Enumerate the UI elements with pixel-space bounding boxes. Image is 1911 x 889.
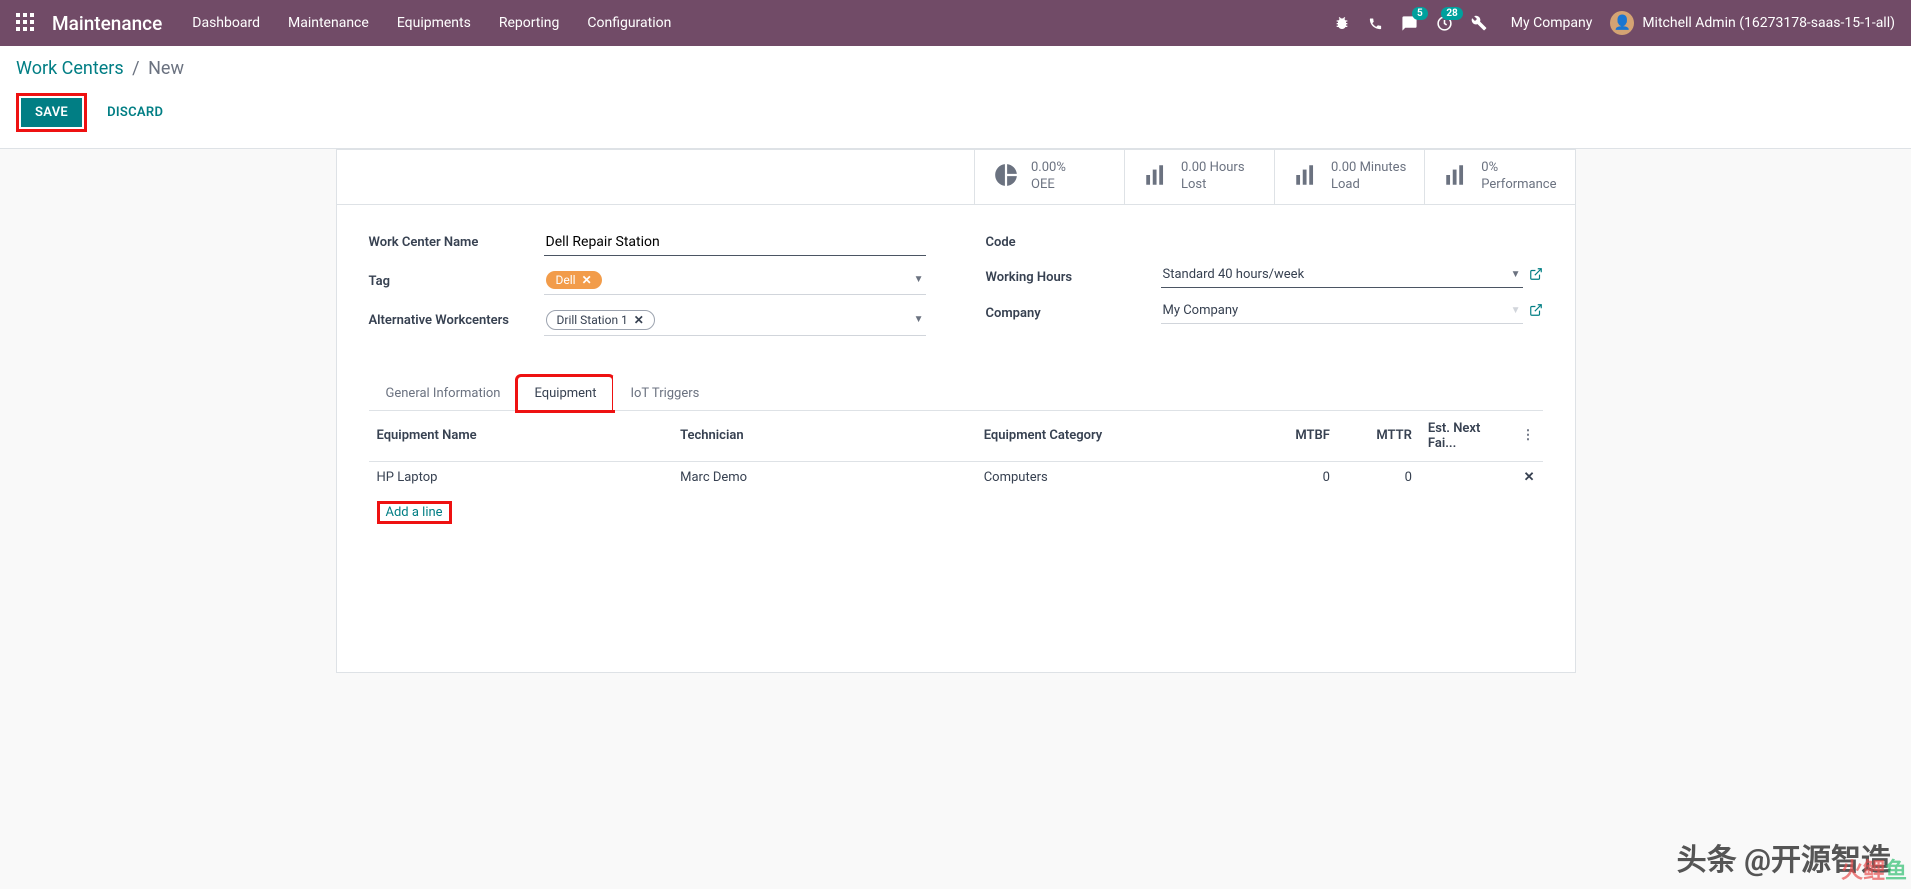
- cell-mttr: 0: [1338, 461, 1420, 493]
- stat-value: 0.00 Minutes: [1331, 160, 1406, 177]
- tag-chip-dell[interactable]: Dell✕: [546, 271, 602, 289]
- col-equipment-category: Equipment Category: [976, 411, 1256, 462]
- avatar-icon: 👤: [1610, 11, 1634, 35]
- chevron-down-icon[interactable]: ▼: [914, 314, 924, 325]
- tools-icon[interactable]: [1471, 15, 1487, 31]
- save-button[interactable]: SAVE: [21, 98, 82, 127]
- equipment-table: Equipment Name Technician Equipment Cate…: [369, 411, 1543, 652]
- app-brand: Maintenance: [52, 12, 162, 35]
- input-alt-workcenters[interactable]: Drill Station 1✕ ▼: [544, 307, 926, 336]
- row-delete-icon[interactable]: ✕: [1513, 461, 1542, 493]
- input-tag[interactable]: Dell✕ ▼: [544, 268, 926, 295]
- label-alt-workcenters: Alternative Workcenters: [369, 307, 544, 330]
- activities-icon[interactable]: 28: [1436, 15, 1453, 32]
- stat-load[interactable]: 0.00 MinutesLoad: [1274, 150, 1424, 204]
- tab-equipment[interactable]: Equipment: [517, 376, 613, 411]
- form-col-right: Code Working Hours Standard 40 hours/wee…: [986, 229, 1543, 348]
- cell-est-next-failure: [1420, 461, 1514, 493]
- stat-label: Performance: [1481, 177, 1556, 194]
- watermark-fish: 火鲤鱼: [1841, 853, 1907, 885]
- top-navbar: Maintenance Dashboard Maintenance Equipm…: [0, 0, 1911, 46]
- chevron-down-icon[interactable]: ▼: [1511, 269, 1521, 280]
- external-link-icon[interactable]: [1529, 267, 1543, 285]
- menu-maintenance[interactable]: Maintenance: [288, 15, 369, 31]
- col-options-icon[interactable]: ⋮: [1513, 411, 1542, 462]
- col-mttr: MTTR: [1338, 411, 1420, 462]
- select-working-hours[interactable]: Standard 40 hours/week ▼: [1161, 264, 1523, 288]
- apps-icon[interactable]: [16, 13, 36, 33]
- label-working-hours: Working Hours: [986, 264, 1161, 287]
- stat-value: 0.00 Hours: [1181, 160, 1245, 177]
- tag-remove-icon[interactable]: ✕: [582, 273, 592, 287]
- bars-icon: [1443, 162, 1469, 192]
- watermark-cn: 头条 @开源智造: [1677, 835, 1891, 879]
- tab-general-information[interactable]: General Information: [369, 376, 518, 410]
- table-row[interactable]: HP Laptop Marc Demo Computers 0 0 ✕: [369, 461, 1543, 493]
- chevron-down-icon[interactable]: ▼: [1511, 305, 1521, 316]
- messages-icon[interactable]: 5: [1401, 15, 1418, 32]
- control-panel: Work Centers / New SAVE DISCARD: [0, 46, 1911, 149]
- save-highlight-box: SAVE: [16, 93, 87, 132]
- stat-label: OEE: [1031, 177, 1066, 194]
- col-technician: Technician: [672, 411, 976, 462]
- cell-technician[interactable]: Marc Demo: [672, 461, 976, 493]
- pie-icon: [993, 162, 1019, 192]
- label-code: Code: [986, 229, 1161, 252]
- tag-remove-icon[interactable]: ✕: [634, 313, 644, 327]
- col-equipment-name: Equipment Name: [369, 411, 673, 462]
- breadcrumb: Work Centers / New: [16, 58, 1895, 79]
- cell-equipment-name[interactable]: HP Laptop: [369, 461, 673, 493]
- tab-iot-triggers[interactable]: IoT Triggers: [613, 376, 716, 410]
- external-link-icon[interactable]: [1529, 303, 1543, 321]
- label-work-center-name: Work Center Name: [369, 229, 544, 252]
- stat-oee[interactable]: 0.00%OEE: [974, 150, 1124, 204]
- bars-icon: [1143, 162, 1169, 192]
- tag-chip-drill-station[interactable]: Drill Station 1✕: [546, 310, 655, 330]
- breadcrumb-current: New: [148, 58, 184, 79]
- activities-badge: 28: [1441, 7, 1462, 20]
- stat-label: Load: [1331, 177, 1406, 194]
- company-switcher[interactable]: My Company: [1511, 15, 1593, 31]
- stat-lost[interactable]: 0.00 HoursLost: [1124, 150, 1274, 204]
- form-sheet: 0.00%OEE 0.00 HoursLost 0.00 MinutesLoad…: [256, 149, 1656, 673]
- messages-badge: 5: [1412, 7, 1428, 20]
- label-company: Company: [986, 300, 1161, 323]
- input-work-center-name[interactable]: [544, 229, 926, 256]
- col-est-next-failure: Est. Next Fai...: [1420, 411, 1514, 462]
- menu-equipments[interactable]: Equipments: [397, 15, 471, 31]
- form-col-left: Work Center Name Tag Dell✕ ▼ Al: [369, 229, 926, 348]
- cell-mtbf: 0: [1256, 461, 1338, 493]
- user-name: Mitchell Admin (16273178-saas-15-1-all): [1642, 15, 1895, 31]
- main-menu: Dashboard Maintenance Equipments Reporti…: [192, 15, 1334, 31]
- cell-equipment-category[interactable]: Computers: [976, 461, 1256, 493]
- bars-icon: [1293, 162, 1319, 192]
- stat-performance[interactable]: 0%Performance: [1424, 150, 1574, 204]
- label-tag: Tag: [369, 268, 544, 291]
- select-company[interactable]: My Company ▼: [1161, 300, 1523, 324]
- discard-button[interactable]: DISCARD: [97, 98, 173, 127]
- menu-configuration[interactable]: Configuration: [587, 15, 671, 31]
- stat-value: 0.00%: [1031, 160, 1066, 177]
- menu-dashboard[interactable]: Dashboard: [192, 15, 260, 31]
- phone-icon[interactable]: [1368, 16, 1383, 31]
- user-menu[interactable]: 👤 Mitchell Admin (16273178-saas-15-1-all…: [1610, 11, 1895, 35]
- stat-bar: 0.00%OEE 0.00 HoursLost 0.00 MinutesLoad…: [337, 150, 1575, 205]
- breadcrumb-sep: /: [132, 58, 139, 79]
- col-mtbf: MTBF: [1256, 411, 1338, 462]
- tabs-nav: General Information Equipment IoT Trigge…: [369, 376, 1543, 411]
- stat-value: 0%: [1481, 160, 1556, 177]
- debug-icon[interactable]: [1334, 15, 1350, 31]
- add-line-button[interactable]: Add a line: [377, 501, 452, 524]
- stat-label: Lost: [1181, 177, 1245, 194]
- breadcrumb-parent[interactable]: Work Centers: [16, 58, 124, 79]
- notebook: General Information Equipment IoT Trigge…: [337, 376, 1575, 672]
- chevron-down-icon[interactable]: ▼: [914, 274, 924, 285]
- menu-reporting[interactable]: Reporting: [499, 15, 560, 31]
